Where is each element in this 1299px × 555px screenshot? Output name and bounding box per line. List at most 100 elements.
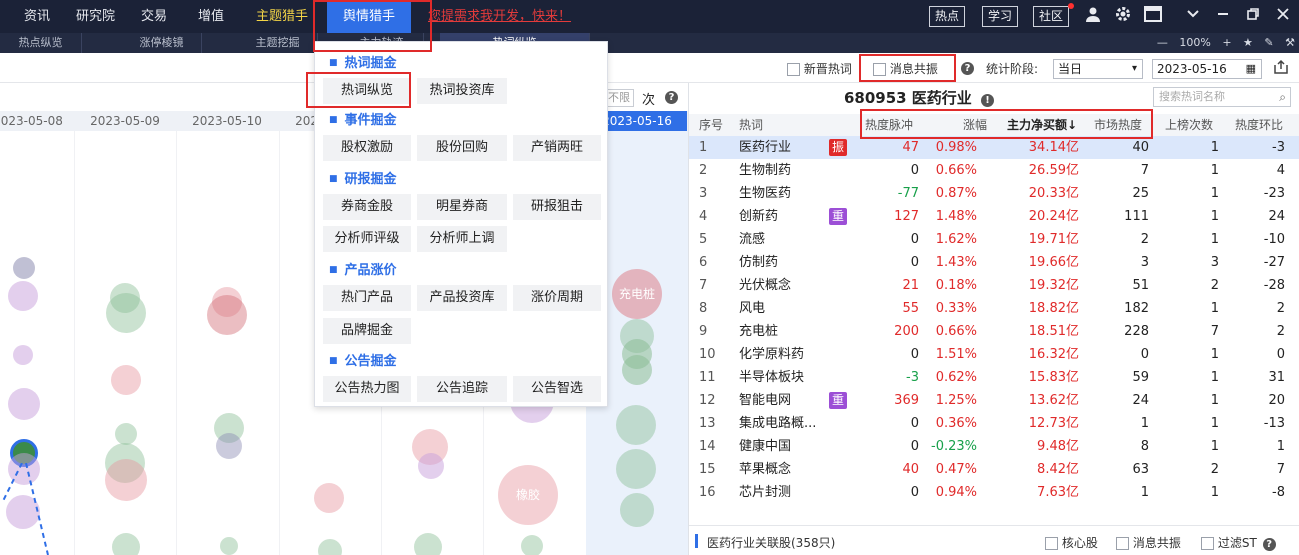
user-icon[interactable] <box>1083 6 1103 26</box>
menu-analyst-rating[interactable]: 分析师评级 <box>323 226 411 252</box>
core-stock-filter[interactable]: 核心股 <box>1045 534 1098 551</box>
nav-value-added[interactable]: 增值 <box>190 0 232 33</box>
table-row[interactable]: 11 半导体板块 -3 0.62% 15.83亿 59 1 31 <box>689 366 1299 389</box>
bubble-rubber[interactable]: 橡胶 <box>498 465 558 525</box>
col-heat-ratio[interactable]: 热度环比 <box>1235 114 1283 136</box>
date-picker[interactable]: 2023-05-16 ▦ <box>1152 59 1262 79</box>
menu-announcement-tracking[interactable]: 公告追踪 <box>417 376 507 402</box>
hot-word-bubble[interactable] <box>414 533 442 555</box>
promo-link[interactable]: 您提需求我开发，快来！ <box>428 0 571 33</box>
hot-word-bubble[interactable] <box>418 453 444 479</box>
table-row[interactable]: 4 创新药 127 1.48% 20.24亿 111 1 24 重 <box>689 205 1299 228</box>
table-row[interactable]: 16 芯片封测 0 0.94% 7.63亿 1 1 -8 <box>689 481 1299 504</box>
table-row[interactable]: 14 健康中国 0 -0.23% 9.48亿 8 1 1 <box>689 435 1299 458</box>
menu-share-buyback[interactable]: 股份回购 <box>417 135 507 161</box>
table-row[interactable]: 15 苹果概念 40 0.47% 8.42亿 63 2 7 <box>689 458 1299 481</box>
footer-resonance-filter[interactable]: 消息共振 <box>1116 534 1181 551</box>
col-rank-count[interactable]: 上榜次数 <box>1165 114 1213 136</box>
col-net-buy[interactable]: 主力净买额↓ <box>1007 114 1077 136</box>
hot-word-bubble[interactable] <box>216 433 242 459</box>
filter-st-checkbox[interactable] <box>1201 537 1214 550</box>
hot-word-bubble[interactable] <box>8 281 38 311</box>
menu-price-cycle[interactable]: 涨价周期 <box>513 285 601 311</box>
hot-button[interactable]: 热点 <box>929 6 966 27</box>
search-icon[interactable]: ⌕ <box>1279 88 1286 106</box>
nav-theme-hunter[interactable]: 主题猎手 <box>248 0 316 33</box>
chevron-down-icon[interactable] <box>1183 6 1203 26</box>
table-row[interactable]: 2 生物制药 0 0.66% 26.59亿 7 1 4 <box>689 159 1299 182</box>
learn-button[interactable]: 学习 <box>982 6 1019 27</box>
menu-broker-gold-stocks[interactable]: 券商金股 <box>323 194 411 220</box>
zoom-in-icon[interactable]: + <box>1222 36 1231 49</box>
menu-product-library[interactable]: 产品投资库 <box>417 285 507 311</box>
menu-analyst-upgrade[interactable]: 分析师上调 <box>417 226 507 252</box>
hot-word-bubble[interactable] <box>13 345 33 365</box>
filter-st-help-icon[interactable]: ? <box>1262 538 1276 551</box>
help-icon[interactable]: ? <box>961 60 974 75</box>
table-row[interactable]: 12 智能电网 369 1.25% 13.62亿 24 1 20 重 <box>689 389 1299 412</box>
hot-word-bubble[interactable] <box>111 365 141 395</box>
limit-select[interactable]: 不限 <box>604 89 634 107</box>
tab-theme-mining[interactable]: 主题挖掘 <box>238 33 318 53</box>
zoom-out-icon[interactable]: — <box>1157 36 1168 49</box>
hot-word-search-input[interactable]: 搜索热词名称 ⌕ <box>1153 87 1291 107</box>
col-heat-pulse[interactable]: 热度脉冲 <box>865 114 913 136</box>
menu-hot-word-overview[interactable]: 热词纵览 <box>323 78 411 104</box>
hot-word-bubble[interactable] <box>622 355 652 385</box>
resonance-checkbox[interactable] <box>873 63 886 76</box>
tab-hotspot-overview[interactable]: 热点纵览 <box>0 33 82 53</box>
table-row[interactable]: 10 化学原料药 0 1.51% 16.32亿 0 1 0 <box>689 343 1299 366</box>
col-hot-word[interactable]: 热词 <box>739 114 763 136</box>
hot-word-bubble[interactable] <box>620 493 654 527</box>
pen-icon[interactable]: ✎ <box>1264 36 1273 49</box>
community-button[interactable]: 社区 <box>1033 6 1070 27</box>
nav-research[interactable]: 研究院 <box>68 0 123 33</box>
table-row[interactable]: 5 流感 0 1.62% 19.71亿 2 1 -10 <box>689 228 1299 251</box>
hot-word-bubble[interactable] <box>220 537 238 555</box>
col-change[interactable]: 涨幅 <box>963 114 987 136</box>
hot-word-bubble[interactable] <box>8 388 40 420</box>
close-icon[interactable] <box>1273 6 1293 26</box>
menu-announcement-heatmap[interactable]: 公告热力图 <box>323 376 411 402</box>
hot-word-bubble[interactable] <box>105 459 147 501</box>
export-icon[interactable] <box>1273 59 1289 78</box>
hot-word-bubble[interactable] <box>106 293 146 333</box>
menu-production-sales[interactable]: 产销两旺 <box>513 135 601 161</box>
restore-icon[interactable] <box>1243 6 1263 26</box>
date-label[interactable]: 2023-05-10 <box>177 111 277 131</box>
tool-icon[interactable]: ⚒ <box>1285 36 1295 49</box>
date-label[interactable]: 2023-05-08 <box>0 111 78 131</box>
filter-st[interactable]: 过滤ST ? <box>1201 534 1276 551</box>
menu-hot-word-library[interactable]: 热词投资库 <box>417 78 507 104</box>
table-row[interactable]: 8 风电 55 0.33% 18.82亿 182 1 2 <box>689 297 1299 320</box>
hot-word-bubble[interactable] <box>207 295 247 335</box>
menu-equity-incentive[interactable]: 股权激励 <box>323 135 411 161</box>
window-icon[interactable] <box>1143 6 1163 26</box>
table-row[interactable]: 13 集成电路概... 0 0.36% 12.73亿 1 1 -13 <box>689 412 1299 435</box>
tab-limit-up-prism[interactable]: 涨停棱镜 <box>122 33 202 53</box>
hot-word-bubble[interactable] <box>112 533 140 555</box>
hot-word-bubble[interactable] <box>115 423 137 445</box>
hot-word-bubble[interactable] <box>13 257 35 279</box>
star-icon[interactable]: ★ <box>1243 36 1253 49</box>
nav-news[interactable]: 资讯 <box>16 0 58 33</box>
hot-word-bubble[interactable] <box>318 539 342 555</box>
col-market-heat[interactable]: 市场热度 <box>1094 114 1142 136</box>
core-stock-checkbox[interactable] <box>1045 537 1058 550</box>
period-select[interactable]: 当日 ▾ <box>1053 59 1143 79</box>
col-index[interactable]: 序号 <box>699 114 723 136</box>
footer-resonance-checkbox[interactable] <box>1116 537 1129 550</box>
table-row[interactable]: 6 仿制药 0 1.43% 19.66亿 3 3 -27 <box>689 251 1299 274</box>
minimize-icon[interactable] <box>1213 6 1233 26</box>
date-label[interactable]: 2023-05-09 <box>75 111 175 131</box>
menu-star-brokers[interactable]: 明星券商 <box>417 194 507 220</box>
info-icon[interactable]: ! <box>981 94 995 107</box>
nav-sentiment-hunter[interactable]: 舆情猎手 <box>327 0 411 33</box>
table-row[interactable]: 7 光伏概念 21 0.18% 19.32亿 51 2 -28 <box>689 274 1299 297</box>
new-hot-checkbox[interactable] <box>787 63 800 76</box>
menu-announcement-select[interactable]: 公告智选 <box>513 376 601 402</box>
menu-brand-mining[interactable]: 品牌掘金 <box>323 318 411 344</box>
timeline-help-icon[interactable]: ? <box>665 89 678 104</box>
hot-word-bubble[interactable] <box>616 449 656 489</box>
hot-word-bubble[interactable] <box>616 405 656 445</box>
